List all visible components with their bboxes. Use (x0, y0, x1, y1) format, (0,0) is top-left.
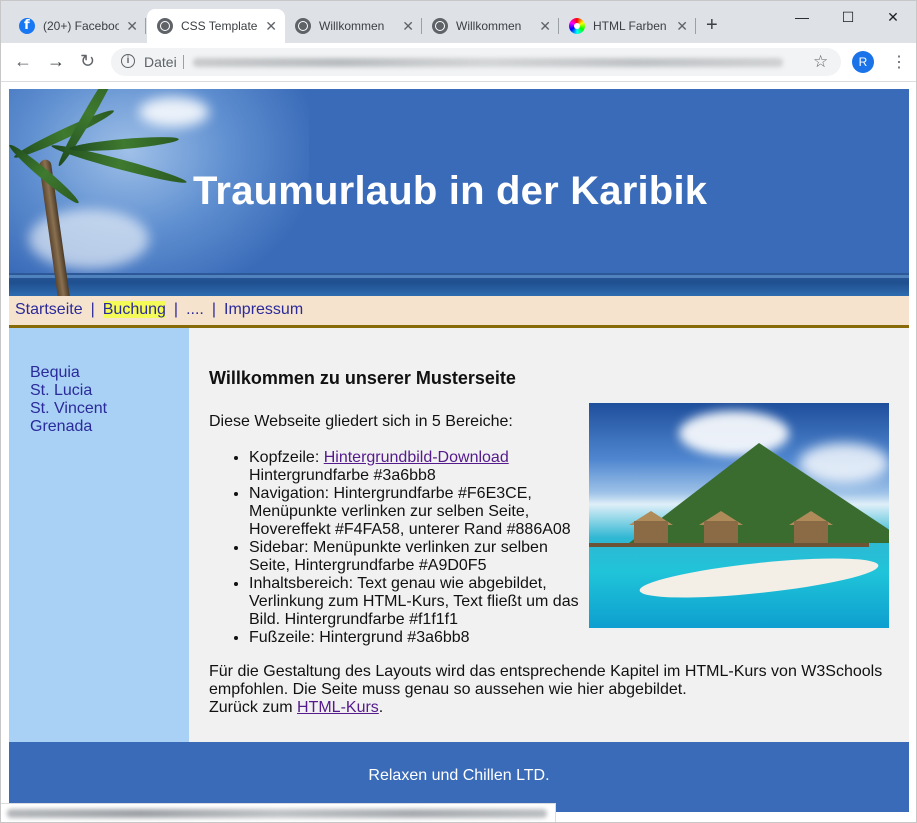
tab-label: Willkommen (319, 19, 385, 33)
site-header: Traumurlaub in der Karibik (9, 89, 909, 296)
sidebar: Bequia St. Lucia St. Vincent Grenada (9, 328, 189, 742)
address-divider (183, 55, 184, 69)
nav-item-startseite[interactable]: Startseite (15, 301, 83, 318)
header-cloud (139, 97, 209, 127)
list-item: Fußzeile: Hintergrund #3a6bb8 (249, 629, 889, 647)
content-area: Willkommen zu unserer Musterseite Diese … (189, 328, 909, 742)
photo-hut (634, 521, 668, 543)
close-tab-icon[interactable]: ✕ (539, 18, 551, 35)
browser-window: (20+) Facebook ✕ CSS Template ✕ Willkomm… (0, 0, 917, 823)
tab-html-farben[interactable]: HTML Farben ✕ (559, 9, 696, 43)
main-area: Bequia St. Lucia St. Vincent Grenada Wil… (9, 328, 909, 742)
header-horizon (9, 275, 909, 278)
minimize-button[interactable]: — (779, 5, 825, 29)
browser-toolbar: ← → ↻ i Datei ☆ (1, 43, 916, 82)
close-tab-icon[interactable]: ✕ (676, 18, 688, 35)
tab-strip: (20+) Facebook ✕ CSS Template ✕ Willkomm… (1, 1, 916, 43)
close-tab-icon[interactable]: ✕ (402, 18, 414, 35)
status-bar (1, 803, 556, 822)
site-container: Traumurlaub in der Karibik Startseite | Bu… (9, 89, 909, 812)
nav-item-ellipsis[interactable]: .... (186, 301, 204, 318)
tab-label: Willkommen (456, 19, 522, 33)
status-url-blurred (7, 809, 547, 818)
photo-hut (794, 521, 828, 543)
tab-label: CSS Template (181, 19, 257, 33)
reload-button[interactable]: ↻ (80, 51, 95, 72)
profile-avatar[interactable]: R (852, 51, 874, 73)
browser-menu-icon[interactable]: ⋮ (891, 52, 907, 72)
sidebar-item-st-lucia[interactable]: St. Lucia (9, 382, 189, 400)
tab-facebook[interactable]: (20+) Facebook ✕ (9, 9, 146, 43)
close-tab-icon[interactable]: ✕ (126, 18, 138, 35)
back-prefix: Zurück zum (209, 699, 298, 716)
info-icon[interactable]: i (121, 54, 135, 68)
site-navigation: Startseite | Buchung |.... | Impressum (9, 296, 909, 328)
nav-separator: | (90, 301, 95, 318)
facebook-icon (19, 18, 35, 34)
list-item-prefix: Kopfzeile: (249, 449, 324, 466)
tab-label: HTML Farben (593, 19, 667, 33)
content-heading: Willkommen zu unserer Musterseite (209, 368, 516, 388)
close-window-button[interactable]: ✕ (870, 5, 916, 29)
outro-text: Für die Gestaltung des Layouts wird das … (209, 663, 883, 698)
new-tab-button[interactable]: + (706, 14, 718, 37)
forward-button[interactable]: → (47, 51, 65, 72)
download-link[interactable]: Hintergrundbild-Download (324, 449, 509, 466)
photo-dock (589, 543, 869, 547)
list-item-rest: Hintergrundfarbe #3a6bb8 (249, 467, 436, 484)
html-course-link[interactable]: HTML-Kurs (297, 699, 379, 716)
back-suffix: . (378, 699, 384, 716)
globe-icon (157, 18, 173, 34)
tab-willkommen-1[interactable]: Willkommen ✕ (285, 9, 422, 43)
page-viewport: Traumurlaub in der Karibik Startseite | Bu… (1, 82, 916, 822)
address-bar[interactable]: i Datei (111, 48, 841, 76)
photo-hut (704, 521, 738, 543)
page-title: Traumurlaub in der Karibik (193, 169, 708, 213)
sidebar-item-st-vincent[interactable]: St. Vincent (9, 400, 189, 418)
globe-icon (295, 18, 311, 34)
address-url-blurred (193, 58, 783, 67)
close-tab-icon[interactable]: ✕ (265, 18, 277, 35)
site-footer: Relaxen und Chillen LTD. (9, 742, 909, 812)
tab-willkommen-2[interactable]: Willkommen ✕ (422, 9, 559, 43)
maximize-button[interactable]: ☐ (825, 5, 871, 29)
color-wheel-icon (569, 18, 585, 34)
nav-item-buchung[interactable]: Buchung (102, 301, 166, 318)
sidebar-item-grenada[interactable]: Grenada (9, 418, 189, 436)
tab-css-template[interactable]: CSS Template ✕ (147, 9, 285, 43)
nav-item-impressum[interactable]: Impressum (224, 301, 303, 318)
photo-mountain (629, 443, 889, 543)
back-line: Zurück zum HTML-Kurs. (209, 699, 889, 717)
resort-photo (589, 403, 889, 628)
nav-separator: | (211, 301, 217, 318)
photo-sandbank (638, 550, 880, 606)
back-button[interactable]: ← (14, 51, 32, 72)
nav-separator: | (173, 301, 179, 318)
globe-icon (432, 18, 448, 34)
tab-label: (20+) Facebook (43, 19, 119, 33)
sidebar-item-bequia[interactable]: Bequia (9, 364, 189, 382)
address-scheme-label: Datei (144, 54, 177, 70)
bookmark-star-icon[interactable]: ☆ (813, 52, 828, 72)
